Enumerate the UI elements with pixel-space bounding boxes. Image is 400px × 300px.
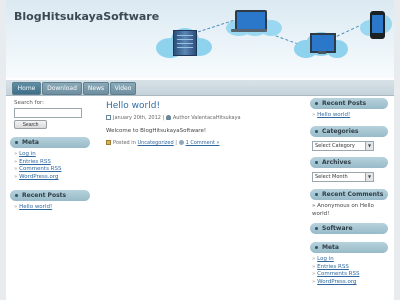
- page: BlogHitsukayaSoftware Home Download News…: [6, 0, 394, 300]
- recent-posts-widget-title: Recent Posts: [10, 190, 90, 201]
- right-meta-link-login[interactable]: Log in: [317, 256, 334, 262]
- recent-comment-item: » Anonymous on Hello world!: [312, 203, 374, 217]
- comment-icon: [178, 140, 184, 145]
- comment-on: on: [351, 203, 359, 209]
- archives-widget-title: Archives: [310, 157, 388, 168]
- monitor-icon: [310, 33, 336, 53]
- recent-post-link[interactable]: Hello world!: [19, 204, 52, 210]
- folder-icon: [106, 140, 111, 145]
- list-item: » Log in: [14, 151, 36, 157]
- right-recent-post-link[interactable]: Hello world!: [317, 112, 350, 118]
- chevron-down-icon: ▼: [365, 142, 373, 150]
- tab-home[interactable]: Home: [12, 82, 41, 95]
- chevron-down-icon: ▼: [365, 173, 373, 181]
- laptop-icon: [235, 10, 267, 31]
- post-title[interactable]: Hello world!: [106, 101, 160, 111]
- server-icon: [173, 30, 197, 56]
- laptop-base: [231, 29, 267, 32]
- tab-download[interactable]: Download: [42, 82, 82, 95]
- post-meta: January 20th, 2012 | Author ValentacaHit…: [106, 115, 241, 121]
- meta-link-entries-rss[interactable]: Entries RSS: [19, 159, 51, 165]
- meta-list: » Log in » Entries RSS » Comments RSS » …: [14, 151, 62, 181]
- separator: |: [162, 115, 165, 121]
- recent-posts-list: » Hello world!: [14, 204, 52, 212]
- right-recent-posts-title: Recent Posts: [310, 98, 388, 109]
- list-item: » Hello world!: [14, 204, 53, 210]
- site-header: BlogHitsukayaSoftware: [6, 0, 394, 78]
- meta-widget-title: Meta: [10, 137, 90, 148]
- tab-video[interactable]: Video: [110, 82, 136, 95]
- user-icon: [165, 115, 171, 120]
- search-label: Search for:: [14, 100, 44, 106]
- posted-in-label: Posted in: [113, 140, 136, 146]
- meta-link-wordpress[interactable]: WordPress.org: [19, 174, 58, 180]
- right-meta-link-entries-rss[interactable]: Entries RSS: [317, 264, 349, 270]
- right-meta-link-wordpress[interactable]: WordPress.org: [317, 279, 356, 285]
- list-item: » WordPress.org: [312, 278, 357, 285]
- post-date: January 20th, 2012: [113, 115, 161, 121]
- list-item: » Entries RSS: [312, 263, 349, 270]
- categories-widget-title: Categories: [310, 126, 388, 137]
- list-item: » Hello world!: [312, 112, 351, 118]
- main-nav: Home Download News Video: [6, 80, 394, 96]
- archive-select-value: Select Month: [315, 174, 348, 180]
- comment-author: Anonymous: [317, 203, 350, 209]
- calendar-icon: [106, 115, 111, 120]
- post-body: Welcome to BlogHitsukayaSoftware!: [106, 128, 207, 134]
- author-prefix: Author: [172, 115, 190, 121]
- list-item: » Comments RSS: [14, 166, 62, 173]
- right-meta-widget-title: Meta: [310, 242, 388, 253]
- archive-select[interactable]: Select Month ▼: [312, 172, 374, 182]
- category-select-value: Select Category: [315, 143, 355, 149]
- list-item: » WordPress.org: [14, 173, 59, 180]
- post-footer: Posted in Uncategorized | 1 Comment »: [106, 140, 219, 146]
- meta-link-login[interactable]: Log in: [19, 151, 36, 157]
- right-meta-list: » Log in » Entries RSS » Comments RSS » …: [312, 256, 360, 286]
- search-button[interactable]: Search: [14, 120, 47, 129]
- right-meta-link-comments-rss[interactable]: Comments RSS: [317, 271, 359, 277]
- separator: |: [175, 140, 177, 146]
- list-item: » Entries RSS: [14, 158, 51, 165]
- site-title[interactable]: BlogHitsukayaSoftware: [14, 10, 159, 23]
- comments-link[interactable]: 1 Comment »: [186, 140, 220, 146]
- search-input[interactable]: [14, 108, 82, 118]
- recent-comments-widget-title: Recent Comments: [310, 189, 388, 200]
- software-widget-title: Software: [310, 223, 388, 234]
- category-link[interactable]: Uncategorized: [137, 140, 173, 146]
- post-author: ValentacaHitsukaya: [191, 115, 241, 121]
- phone-icon: [370, 11, 385, 39]
- meta-link-comments-rss[interactable]: Comments RSS: [19, 166, 61, 172]
- monitor-stand: [318, 51, 326, 54]
- right-recent-posts-list: » Hello world!: [312, 112, 350, 120]
- category-select[interactable]: Select Category ▼: [312, 141, 374, 151]
- list-item: » Comments RSS: [312, 271, 360, 278]
- tab-news[interactable]: News: [83, 82, 109, 95]
- list-item: » Log in: [312, 256, 334, 262]
